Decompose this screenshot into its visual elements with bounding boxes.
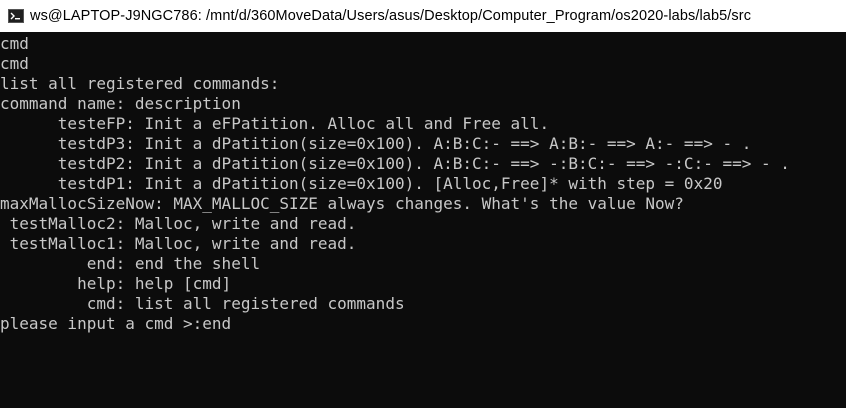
terminal-window: ws@LAPTOP-J9NGC786: /mnt/d/360MoveData/U… xyxy=(0,0,846,408)
linux-terminal-icon xyxy=(8,9,24,23)
title-bar[interactable]: ws@LAPTOP-J9NGC786: /mnt/d/360MoveData/U… xyxy=(0,0,846,32)
console-line: cmd: list all registered commands xyxy=(0,294,405,313)
console-line: list all registered commands: xyxy=(0,74,280,93)
console-line: cmd xyxy=(0,34,29,53)
console-line: testdP1: Init a dPatition(size=0x100). [… xyxy=(0,174,723,193)
console-line: command name: description xyxy=(0,94,241,113)
console-line: testMalloc1: Malloc, write and read. xyxy=(0,234,357,253)
console-line: testMalloc2: Malloc, write and read. xyxy=(0,214,357,233)
console-line: testeFP: Init a eFPatition. Alloc all an… xyxy=(0,114,550,133)
console-line: testdP2: Init a dPatition(size=0x100). A… xyxy=(0,154,790,173)
console-line: maxMallocSizeNow: MAX_MALLOC_SIZE always… xyxy=(0,194,684,213)
console-output[interactable]: cmd cmd list all registered commands: co… xyxy=(0,34,846,408)
console-line: cmd xyxy=(0,54,29,73)
command-prompt-line[interactable]: please input a cmd >:end xyxy=(0,314,231,334)
console-line: end: end the shell xyxy=(0,254,261,273)
console-line: help: help [cmd] xyxy=(0,274,232,293)
console-line: testdP3: Init a dPatition(size=0x100). A… xyxy=(0,134,752,153)
window-title: ws@LAPTOP-J9NGC786: /mnt/d/360MoveData/U… xyxy=(30,8,752,24)
